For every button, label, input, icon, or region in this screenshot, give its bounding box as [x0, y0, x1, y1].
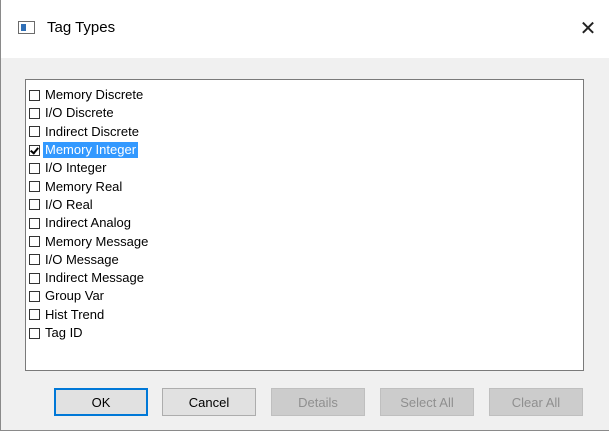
list-item-label: Indirect Discrete	[45, 123, 139, 139]
list-item[interactable]: I/O Message	[29, 251, 583, 269]
list-item[interactable]: Memory Discrete	[29, 86, 583, 104]
list-item-label: Memory Message	[45, 233, 149, 249]
clear-all-button[interactable]: Clear All	[489, 388, 583, 416]
tag-types-listbox[interactable]: Memory Discrete I/O Discrete Indirect Disc…	[25, 79, 584, 371]
list-item[interactable]: Indirect Analog	[29, 214, 583, 232]
list-item[interactable]: I/O Discrete	[29, 104, 583, 122]
list-item[interactable]: Group Var	[29, 287, 583, 305]
tag-types-list: Memory Discrete I/O Discrete Indirect Disc…	[26, 80, 583, 342]
list-item[interactable]: Memory Real	[29, 177, 583, 195]
list-item[interactable]: I/O Integer	[29, 159, 583, 177]
list-item-label: I/O Discrete	[45, 105, 114, 121]
list-item-label: Memory Discrete	[45, 87, 144, 103]
checkbox[interactable]	[29, 309, 40, 321]
checkbox[interactable]	[29, 144, 40, 156]
checkbox[interactable]	[29, 181, 40, 193]
checkbox[interactable]	[29, 272, 40, 284]
list-item-label: Hist Trend	[45, 306, 105, 322]
tag-types-dialog: Tag Types ✕ Memory Discrete I/O Discrete I…	[0, 0, 609, 431]
list-item[interactable]: I/O Real	[29, 196, 583, 214]
list-item-label: I/O Message	[45, 251, 119, 267]
list-item-label: Memory Real	[45, 178, 123, 194]
checkbox[interactable]	[29, 126, 40, 138]
list-item[interactable]: Memory Integer	[29, 141, 583, 159]
list-item-label: I/O Integer	[45, 160, 107, 176]
select-all-button[interactable]: Select All	[380, 388, 474, 416]
checkbox[interactable]	[29, 327, 40, 339]
checkbox[interactable]	[29, 199, 40, 211]
checkbox[interactable]	[29, 162, 40, 174]
list-item[interactable]: Indirect Message	[29, 269, 583, 287]
checkbox[interactable]	[29, 89, 40, 101]
checkbox[interactable]	[29, 236, 40, 248]
list-item[interactable]: Hist Trend	[29, 306, 583, 324]
ok-button[interactable]: OK	[54, 388, 148, 416]
dialog-title: Tag Types	[47, 19, 116, 36]
checkbox[interactable]	[29, 290, 40, 302]
list-item-label: Indirect Analog	[45, 215, 132, 231]
details-button[interactable]: Details	[271, 388, 365, 416]
list-item-label: Indirect Message	[45, 270, 144, 286]
list-item[interactable]: Tag ID	[29, 324, 583, 342]
list-item[interactable]: Indirect Discrete	[29, 123, 583, 141]
title-bar: Tag Types ✕	[1, 0, 609, 58]
checkbox[interactable]	[29, 217, 40, 229]
close-icon[interactable]: ✕	[573, 13, 603, 43]
checkbox[interactable]	[29, 107, 40, 119]
list-item-label: Tag ID	[45, 325, 83, 340]
checkbox[interactable]	[29, 254, 40, 266]
dialog-button-row: OK Cancel Details Select All Clear All	[1, 388, 609, 418]
cancel-button[interactable]: Cancel	[162, 388, 256, 416]
list-item-label: Memory Integer	[43, 142, 139, 159]
list-item-label: I/O Real	[45, 196, 93, 212]
app-window-icon	[18, 21, 35, 34]
list-item-label: Group Var	[45, 288, 105, 304]
list-item[interactable]: Memory Message	[29, 232, 583, 250]
